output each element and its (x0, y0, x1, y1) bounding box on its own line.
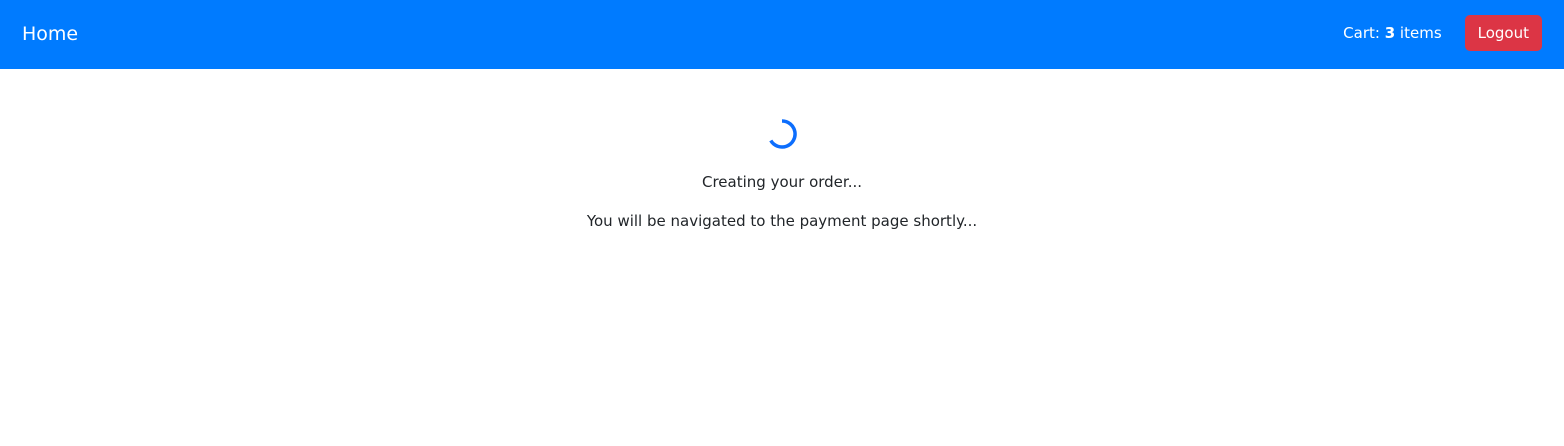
cart-prefix: Cart: (1343, 24, 1385, 42)
navbar: Home Cart: 3 items Logout (0, 0, 1564, 69)
loading-spinner-icon (766, 118, 798, 150)
logout-button[interactable]: Logout (1464, 15, 1542, 51)
status-message: Creating your order... (702, 173, 862, 191)
navbar-right: Cart: 3 items Logout (1343, 15, 1542, 51)
redirect-message: You will be navigated to the payment pag… (586, 212, 978, 230)
cart-summary: Cart: 3 items (1343, 24, 1441, 42)
cart-count: 3 (1384, 24, 1396, 42)
home-link[interactable]: Home (22, 0, 78, 69)
cart-suffix: items (1395, 24, 1442, 42)
